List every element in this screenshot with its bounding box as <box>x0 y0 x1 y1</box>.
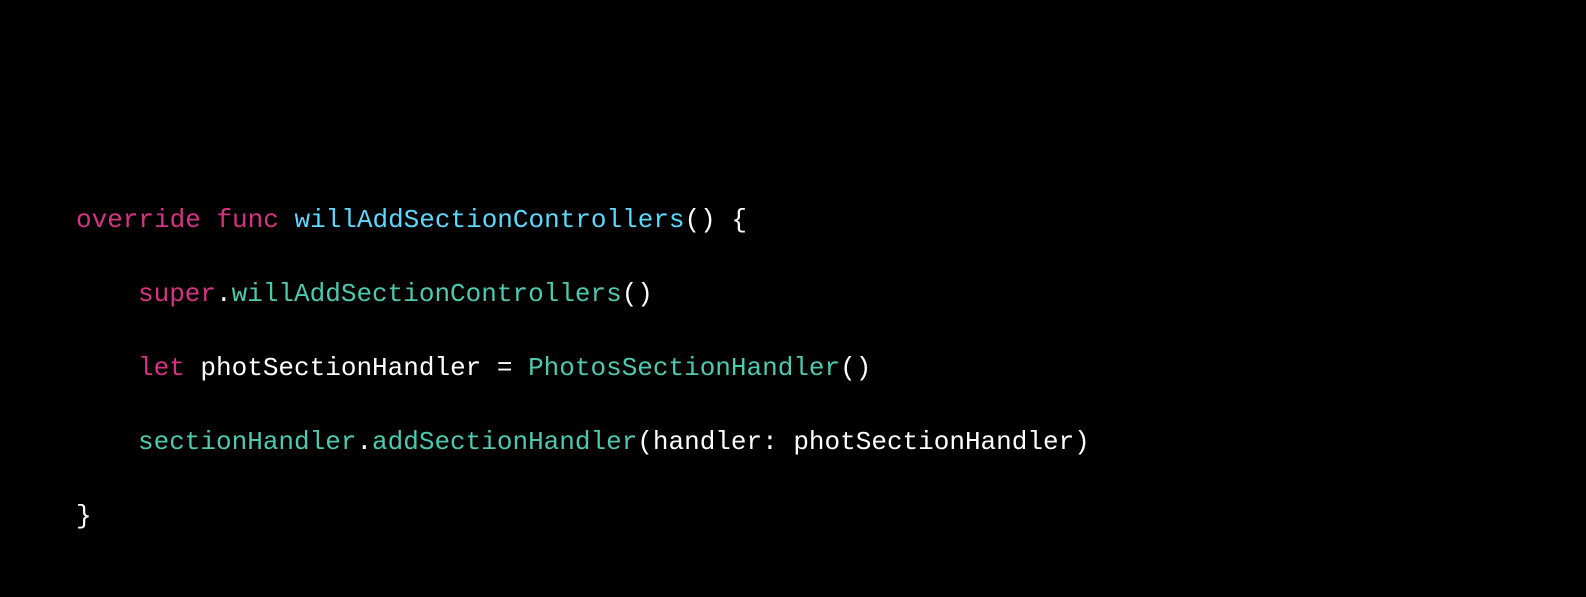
keyword-super: super <box>138 279 216 309</box>
keyword-let: let <box>138 353 185 383</box>
code-line: let photSectionHandler = PhotosSectionHa… <box>0 350 1586 387</box>
code-editor[interactable]: override func willAddSectionControllers(… <box>0 165 1586 597</box>
whitespace <box>185 353 201 383</box>
punct: . <box>216 279 232 309</box>
code-line: } <box>0 498 1586 535</box>
identifier: sectionHandler <box>138 427 356 457</box>
type-name: PhotosSectionHandler <box>528 353 840 383</box>
code-line: super.willAddSectionControllers() <box>0 276 1586 313</box>
method-name: addSectionHandler <box>372 427 637 457</box>
keyword-func: func <box>216 205 278 235</box>
code-line: sectionHandler.addSectionHandler(handler… <box>0 424 1586 461</box>
identifier: photSectionHandler = <box>200 353 528 383</box>
punct: () <box>840 353 871 383</box>
punct: . <box>356 427 372 457</box>
method-name: willAddSectionControllers <box>232 279 622 309</box>
func-name: willAddSectionControllers <box>294 205 684 235</box>
punct: () <box>622 279 653 309</box>
args: (handler: photSectionHandler) <box>637 427 1089 457</box>
keyword-override: override <box>76 205 201 235</box>
code-line: override func willAddSectionControllers(… <box>0 202 1586 239</box>
punct: () { <box>685 205 747 235</box>
brace: } <box>76 501 92 531</box>
